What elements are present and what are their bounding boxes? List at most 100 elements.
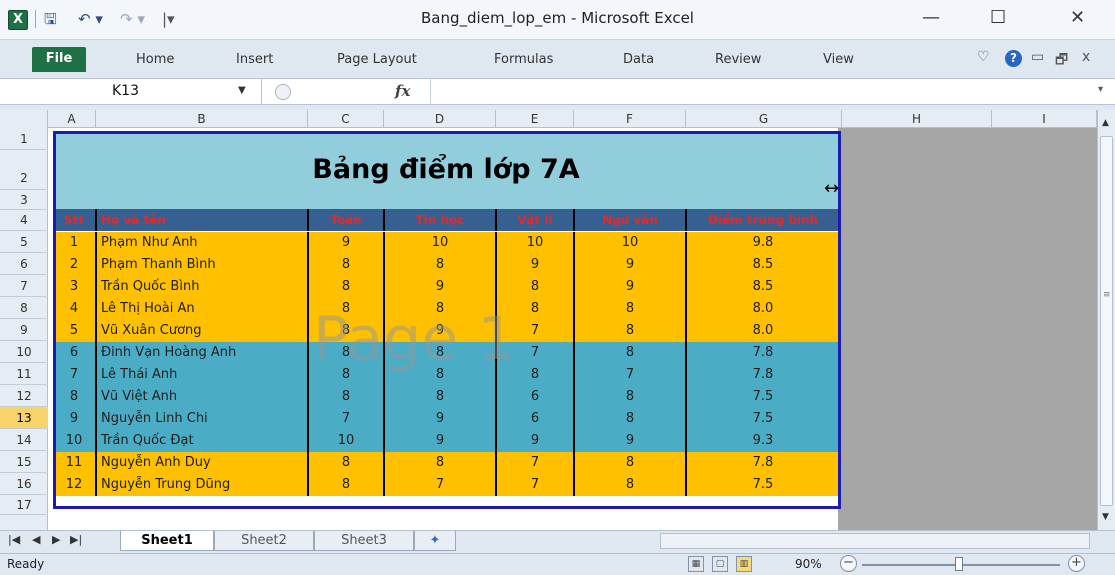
cell-physics[interactable]: 8 <box>497 364 575 386</box>
cell-math[interactable]: 8 <box>309 342 385 364</box>
close-workbook-icon[interactable]: ⅹ <box>1082 49 1090 65</box>
cell-literature[interactable]: 7 <box>575 364 687 386</box>
cell-math[interactable]: 8 <box>309 276 385 298</box>
cell-name[interactable]: Trần Quốc Đạt <box>97 430 309 452</box>
close-button[interactable]: ✕ <box>1070 8 1085 28</box>
column-header-i[interactable]: I <box>992 110 1097 128</box>
tab-formulas[interactable]: Formulas <box>494 52 553 67</box>
cell-math[interactable]: 8 <box>309 254 385 276</box>
maximize-button[interactable]: ☐ <box>990 8 1006 28</box>
formula-input[interactable] <box>440 83 1090 100</box>
cell-average[interactable]: 7.8 <box>687 364 839 386</box>
cell-informatics[interactable]: 9 <box>385 408 497 430</box>
cell-average[interactable]: 8.0 <box>687 298 839 320</box>
cell-math[interactable]: 10 <box>309 430 385 452</box>
cell-informatics[interactable]: 8 <box>385 254 497 276</box>
cell-informatics[interactable]: 8 <box>385 452 497 474</box>
column-header-c[interactable]: C <box>308 110 384 128</box>
cell-physics[interactable]: 8 <box>497 276 575 298</box>
row-header[interactable]: 4 <box>0 210 48 231</box>
cell-name[interactable]: Phạm Thanh Bình <box>97 254 309 276</box>
cell-physics[interactable]: 7 <box>497 342 575 364</box>
column-header-g[interactable]: G <box>686 110 842 128</box>
cell-physics[interactable]: 8 <box>497 298 575 320</box>
cell-literature[interactable]: 9 <box>575 430 687 452</box>
cell-literature[interactable]: 8 <box>575 320 687 342</box>
cell-informatics[interactable]: 9 <box>385 276 497 298</box>
last-sheet-icon[interactable]: ▶| <box>70 533 82 546</box>
cell-literature[interactable]: 10 <box>575 232 687 254</box>
row-header[interactable]: 15 <box>0 451 48 473</box>
cell-name[interactable]: Vũ Xuân Cương <box>97 320 309 342</box>
cell-literature[interactable]: 8 <box>575 298 687 320</box>
cell-literature[interactable]: 8 <box>575 474 687 496</box>
cell-literature[interactable]: 8 <box>575 408 687 430</box>
cell-math[interactable]: 8 <box>309 452 385 474</box>
row-header[interactable]: 3 <box>0 190 48 210</box>
cell-math[interactable]: 8 <box>309 386 385 408</box>
sheet-area[interactable]: Bảng điểm lớp 7A Stt Họ và tên Toán Tin … <box>48 128 1097 530</box>
cell-informatics[interactable]: 8 <box>385 342 497 364</box>
row-header[interactable]: 11 <box>0 363 48 385</box>
tab-view[interactable]: View <box>823 52 854 67</box>
cell-informatics[interactable]: 8 <box>385 364 497 386</box>
cell-name[interactable]: Lê Thái Anh <box>97 364 309 386</box>
cell-name[interactable]: Vũ Việt Anh <box>97 386 309 408</box>
normal-view-icon[interactable]: ▦ <box>688 556 704 572</box>
cell-informatics[interactable]: 9 <box>385 320 497 342</box>
formula-bar-handle-icon[interactable] <box>275 84 291 100</box>
row-header[interactable]: 14 <box>0 429 48 451</box>
header-math[interactable]: Toán <box>309 209 385 231</box>
cell-literature[interactable]: 8 <box>575 342 687 364</box>
row-header[interactable]: 6 <box>0 253 48 275</box>
row-header[interactable]: 9 <box>0 319 48 341</box>
cell-informatics[interactable]: 8 <box>385 298 497 320</box>
cell-average[interactable]: 7.5 <box>687 474 839 496</box>
row-header[interactable]: 13 <box>0 407 48 429</box>
tab-sheet2[interactable]: Sheet2 <box>214 531 314 551</box>
cell-average[interactable]: 8.0 <box>687 320 839 342</box>
select-all-corner[interactable] <box>0 110 48 128</box>
row-header[interactable]: 8 <box>0 297 48 319</box>
cell-stt[interactable]: 4 <box>53 298 97 320</box>
minimize-button[interactable]: — <box>922 8 940 28</box>
column-header-e[interactable]: E <box>496 110 574 128</box>
header-stt[interactable]: Stt <box>53 209 97 231</box>
header-literature[interactable]: Ngữ văn <box>575 209 687 231</box>
cell-informatics[interactable]: 10 <box>385 232 497 254</box>
cell-average[interactable]: 7.5 <box>687 386 839 408</box>
insert-function-icon[interactable]: fx <box>395 82 410 100</box>
header-informatics[interactable]: Tin học <box>385 209 497 231</box>
cell-average[interactable]: 7.5 <box>687 408 839 430</box>
cell-informatics[interactable]: 9 <box>385 430 497 452</box>
cell-physics[interactable]: 9 <box>497 430 575 452</box>
vertical-scrollbar[interactable]: ▲ ≡ ▼ <box>1097 110 1115 530</box>
page-break-view-icon[interactable]: ▥ <box>736 556 752 572</box>
cell-name[interactable]: Nguyễn Linh Chi <box>97 408 309 430</box>
tab-sheet3[interactable]: Sheet3 <box>314 531 414 551</box>
horizontal-scrollbar[interactable] <box>660 533 1090 549</box>
column-header-d[interactable]: D <box>384 110 496 128</box>
cell-name[interactable]: Trần Quốc Bình <box>97 276 309 298</box>
tab-sheet1[interactable]: Sheet1 <box>120 531 214 551</box>
cell-math[interactable]: 7 <box>309 408 385 430</box>
column-header-f[interactable]: F <box>574 110 686 128</box>
cell-stt[interactable]: 9 <box>53 408 97 430</box>
cell-average[interactable]: 9.3 <box>687 430 839 452</box>
cell-name[interactable]: Nguyễn Trung Dũng <box>97 474 309 496</box>
chevron-down-icon[interactable]: ▼ <box>238 85 246 96</box>
help-icon[interactable]: ? <box>1005 50 1022 67</box>
column-header-b[interactable]: B <box>96 110 308 128</box>
cell-stt[interactable]: 6 <box>53 342 97 364</box>
cell-literature[interactable]: 8 <box>575 452 687 474</box>
cell-name[interactable]: Lê Thị Hoài An <box>97 298 309 320</box>
tab-home[interactable]: Home <box>136 52 174 67</box>
name-box[interactable]: K13 ▼ <box>0 79 262 104</box>
zoom-slider-knob[interactable] <box>955 557 963 571</box>
row-header[interactable]: 12 <box>0 385 48 407</box>
table-title-cell[interactable]: Bảng điểm lớp 7A <box>53 131 839 209</box>
cell-average[interactable]: 9.8 <box>687 232 839 254</box>
cell-stt[interactable]: 5 <box>53 320 97 342</box>
expand-formula-bar-icon[interactable]: ▾ <box>1098 84 1103 95</box>
row-header[interactable]: 16 <box>0 473 48 495</box>
